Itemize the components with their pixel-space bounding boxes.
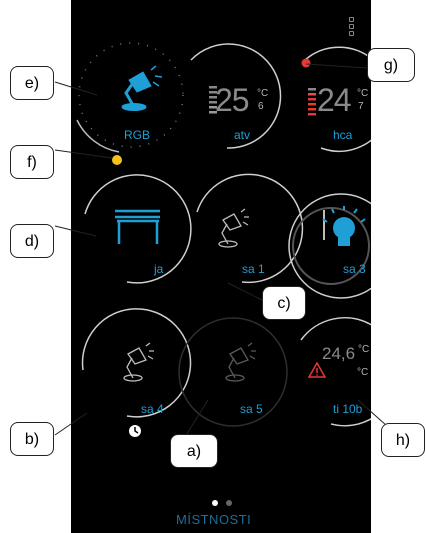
tile-label-ja: ja xyxy=(154,262,164,276)
temperature-fraction-hca: 7 xyxy=(358,101,364,112)
desk-lamp-off-icon xyxy=(218,208,249,248)
tile-label-sa4: sa 4 xyxy=(141,402,164,416)
temperature-value-hca: 24 xyxy=(317,82,352,118)
blinds-ring xyxy=(84,174,192,284)
blinds-icon xyxy=(115,209,160,244)
temperature-fraction-atv: 6 xyxy=(258,101,264,112)
tile-label-sa5: sa 5 xyxy=(240,402,263,416)
callout-f: f) xyxy=(10,145,54,179)
temperature-value-atv: 25 xyxy=(215,82,250,118)
light-ring-sa3 xyxy=(288,193,371,299)
callout-c: c) xyxy=(262,286,306,320)
callout-g: g) xyxy=(367,48,415,82)
phone-screen: RGB 25 °C 6 atv 24 °C 7 hca ja sa 1 sa 3… xyxy=(71,0,371,533)
desk-lamp-dim-icon xyxy=(225,342,256,382)
thermometer-bars-red-icon xyxy=(308,88,316,116)
overflow-menu-dot xyxy=(349,31,354,36)
temperature-unit-hca: °C xyxy=(357,88,369,99)
tile-label-ti10b: ti 10b xyxy=(333,402,363,416)
tile-label-hca: hca xyxy=(333,128,353,142)
callout-d: d) xyxy=(10,224,54,258)
warning-icon xyxy=(307,361,327,378)
tile-graphics xyxy=(76,42,371,437)
tile-label-atv: atv xyxy=(234,128,251,142)
callout-b: b) xyxy=(10,422,54,456)
sensor-temperature-value: 24,6 xyxy=(322,344,356,363)
tile-label-sa1: sa 1 xyxy=(242,262,265,276)
desk-lamp-on-icon xyxy=(121,65,163,111)
page-indicator[interactable] xyxy=(226,500,232,506)
sensor-temperature-unit: °C xyxy=(358,344,370,355)
sensor-secondary-unit: °C xyxy=(357,367,369,378)
overflow-menu-dot xyxy=(349,24,354,29)
tile-label-sa3: sa 3 xyxy=(343,262,366,276)
overflow-menu-icon[interactable] xyxy=(349,17,354,22)
page-indicator-active[interactable] xyxy=(212,500,218,506)
tile-label-rgb: RGB xyxy=(124,128,151,142)
desk-lamp-off-icon xyxy=(123,342,154,382)
temperature-unit-atv: °C xyxy=(257,88,269,99)
callout-a: a) xyxy=(170,434,218,468)
dimmer-knob[interactable] xyxy=(112,155,122,165)
setpoint-knob[interactable] xyxy=(301,58,311,68)
clock-icon xyxy=(129,425,141,437)
footer-section-label[interactable]: MÍSTNOSTI xyxy=(176,512,251,527)
light-ring-sa5 xyxy=(178,317,288,427)
light-bulb-on-icon xyxy=(322,206,366,246)
callout-h: h) xyxy=(381,423,425,457)
dimmer-level-arc xyxy=(76,119,120,153)
callout-e: e) xyxy=(10,66,54,100)
